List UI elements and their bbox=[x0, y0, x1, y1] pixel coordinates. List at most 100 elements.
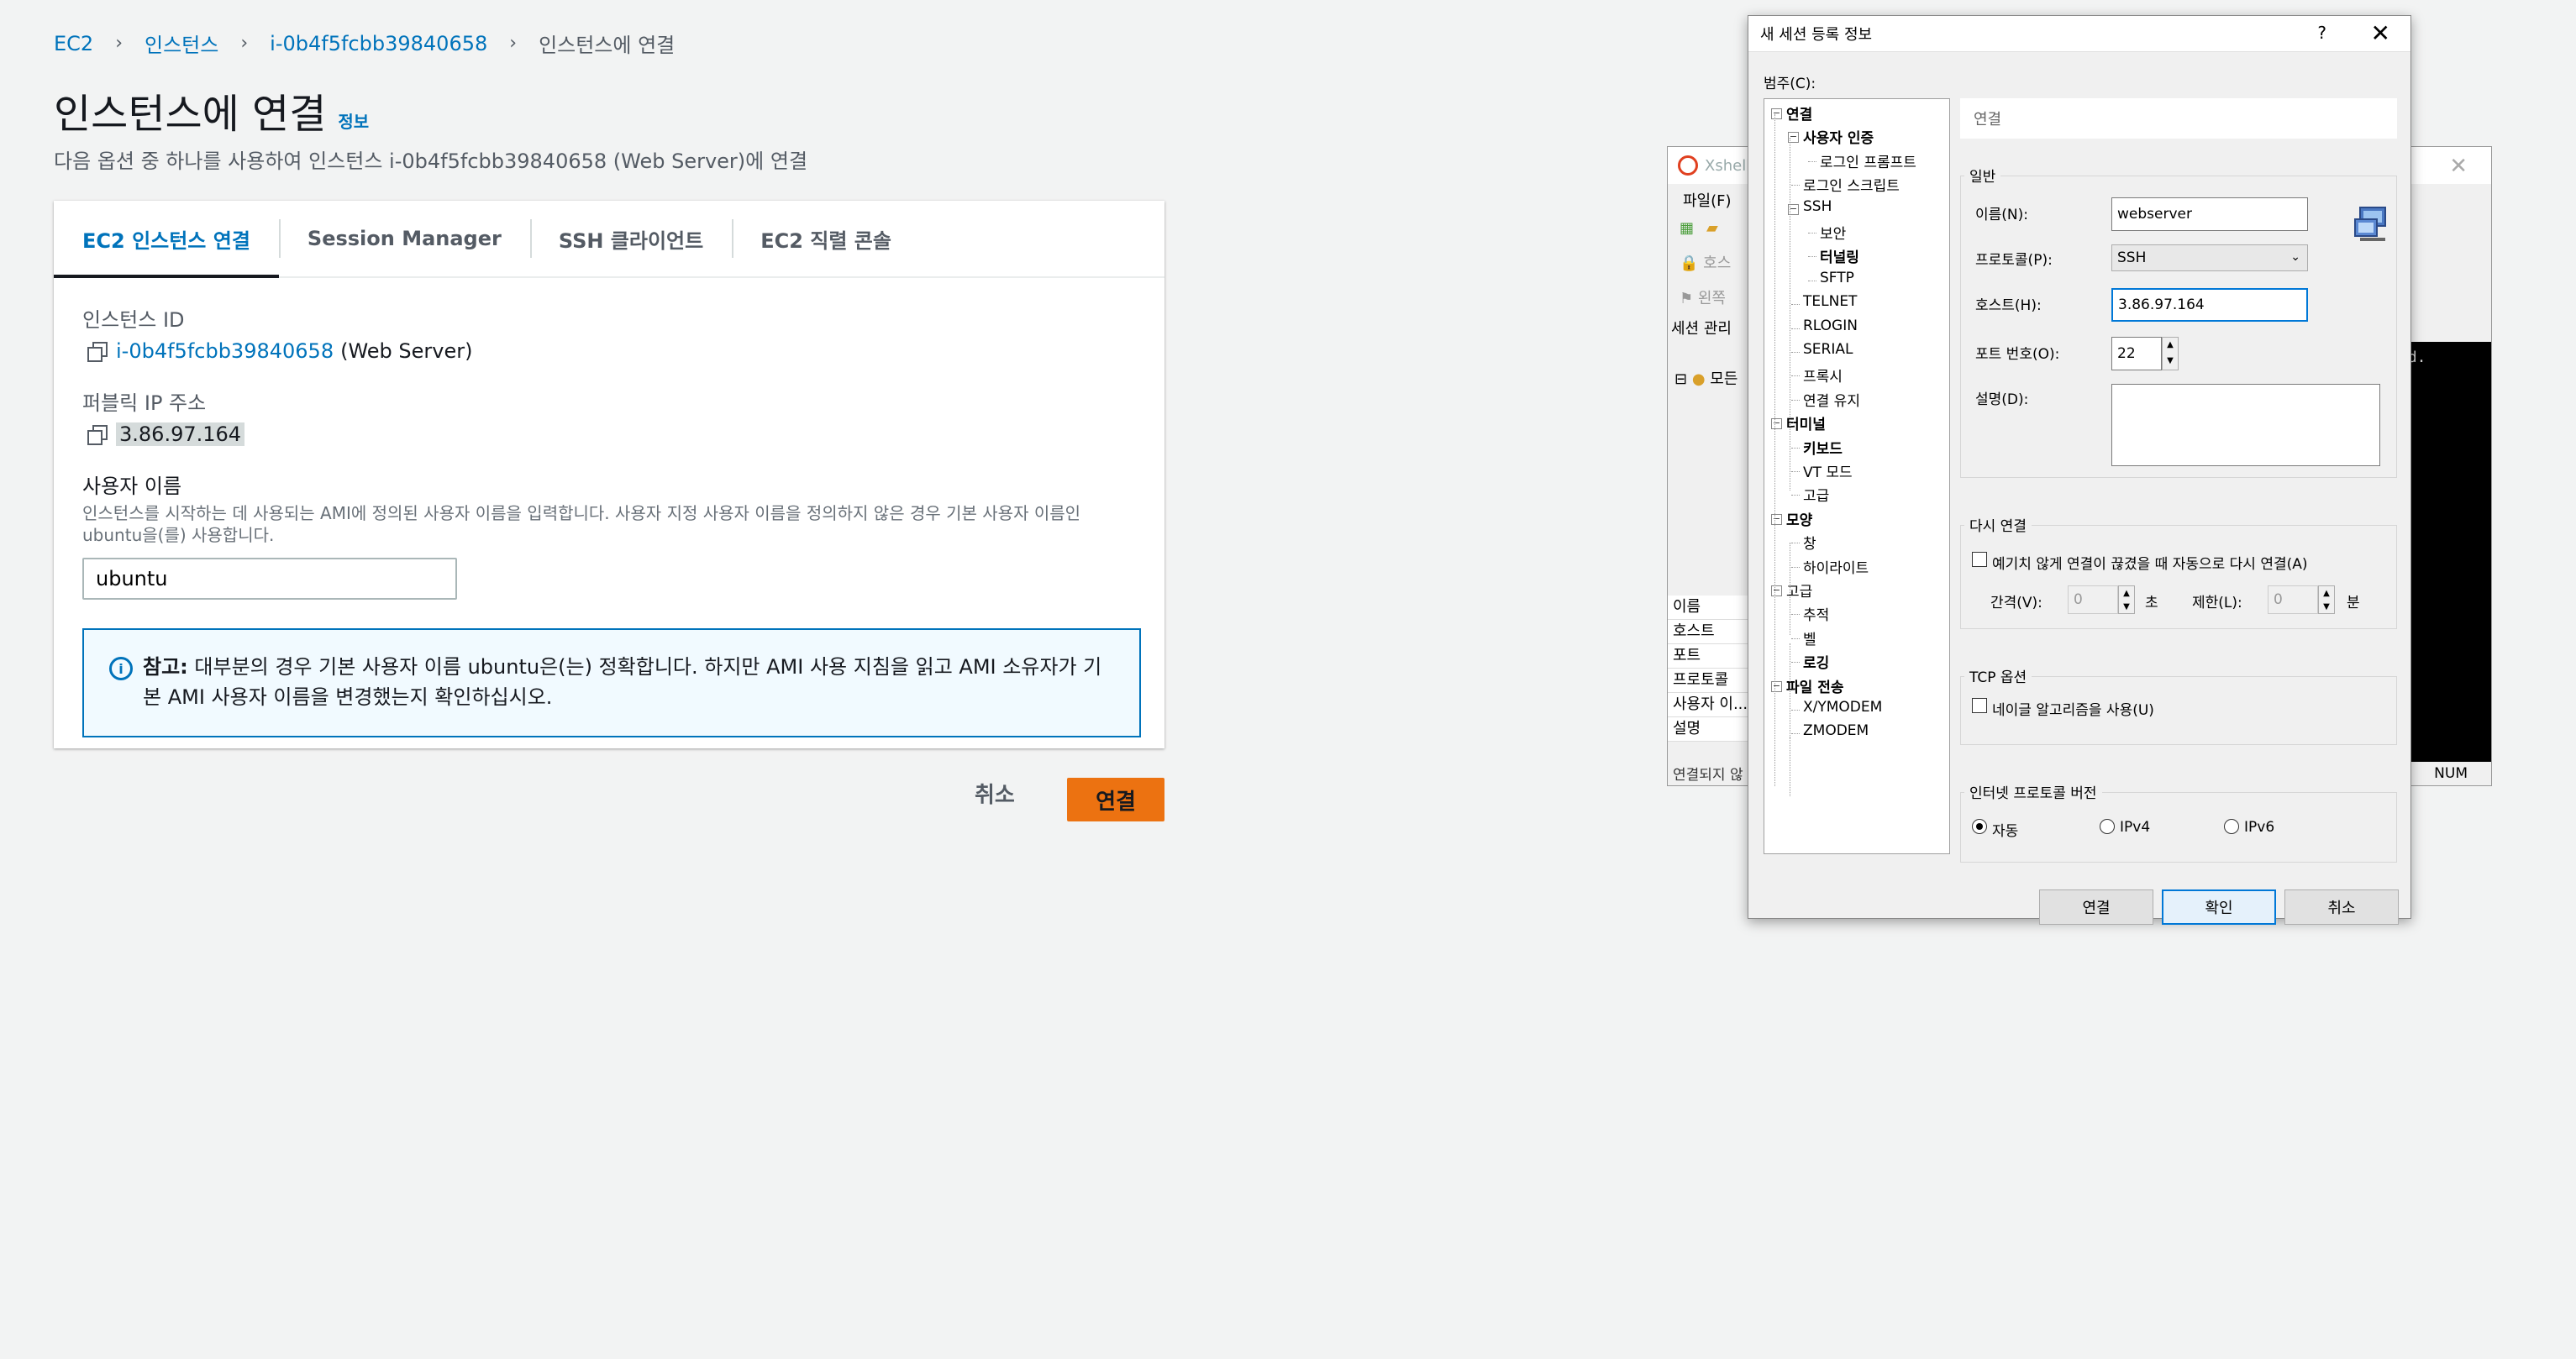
tree-item[interactable]: VT 모드 bbox=[1803, 460, 1853, 481]
port-label: 포트 번호(O): bbox=[1975, 346, 2060, 363]
copy-icon[interactable] bbox=[87, 425, 108, 445]
breadcrumb-instance-id[interactable]: i-0b4f5fcbb39840658 bbox=[270, 32, 487, 55]
radio-auto[interactable] bbox=[1972, 819, 1987, 834]
nagle-checkbox[interactable] bbox=[1972, 698, 1987, 713]
xshell-tree-root[interactable]: ⊟ ● 모든 bbox=[1674, 367, 1737, 389]
tree-connector bbox=[1791, 328, 1800, 329]
copy-icon[interactable] bbox=[87, 342, 108, 362]
tree-item[interactable]: 보안 bbox=[1820, 222, 1846, 243]
prop-desc: 설명 bbox=[1668, 717, 1752, 742]
tab-session-manager[interactable]: Session Manager bbox=[278, 201, 530, 276]
tree-item[interactable]: 프록시 bbox=[1803, 365, 1843, 386]
tree-connector bbox=[1791, 185, 1800, 186]
tree-expand-toggle[interactable]: − bbox=[1771, 585, 1782, 596]
public-ip-label: 퍼블릭 IP 주소 bbox=[82, 391, 207, 415]
tree-item[interactable]: RLOGIN bbox=[1803, 317, 1858, 334]
tree-connector bbox=[1791, 710, 1800, 711]
tree-item[interactable]: 로그인 프롬프트 bbox=[1820, 150, 1916, 171]
connect-button[interactable]: 연결 bbox=[1067, 778, 1164, 821]
tab-ssh-client[interactable]: SSH 클라이언트 bbox=[529, 201, 732, 276]
breadcrumb-current: 인스턴스에 연결 bbox=[539, 34, 676, 57]
tree-connector bbox=[1791, 614, 1800, 616]
folder-icon[interactable]: ▰ bbox=[1706, 219, 1718, 237]
tree-item[interactable]: TELNET bbox=[1803, 293, 1857, 310]
tree-item[interactable]: SSH bbox=[1803, 198, 1832, 215]
tree-item[interactable]: 벨 bbox=[1803, 627, 1816, 648]
tree-item[interactable]: 연결 bbox=[1786, 102, 1812, 123]
limit-label: 제한(L): bbox=[2192, 595, 2242, 611]
tree-expand-toggle[interactable]: − bbox=[1771, 513, 1782, 525]
dialog-connect-button[interactable]: 연결 bbox=[2039, 889, 2153, 925]
tree-connector bbox=[1791, 352, 1800, 353]
instance-id-link[interactable]: i-0b4f5fcbb39840658 bbox=[116, 339, 334, 363]
section-header: 연결 bbox=[1960, 98, 2397, 139]
radio-ipv4-label: IPv4 bbox=[2120, 819, 2151, 836]
interval-spinner[interactable]: ▲ ▼ bbox=[2118, 585, 2135, 614]
close-icon[interactable]: ✕ bbox=[2371, 19, 2390, 47]
alert-text: 참고: 대부분의 경우 기본 사용자 이름 ubuntu은(는) 정확합니다. … bbox=[143, 652, 1114, 714]
tree-connector bbox=[1791, 566, 1800, 568]
interval-label: 간격(V): bbox=[1990, 595, 2042, 611]
xshell-status: 연결되지 않 bbox=[1673, 767, 1743, 784]
dialog-titlebar: 새 세션 등록 정보 bbox=[1748, 16, 2410, 52]
tree-item[interactable]: 로그인 스크립트 bbox=[1803, 174, 1900, 195]
tree-item[interactable]: 터널링 bbox=[1820, 245, 1859, 266]
tree-item[interactable]: SERIAL bbox=[1803, 341, 1853, 358]
tree-item[interactable]: 사용자 인증 bbox=[1803, 126, 1874, 147]
tree-item[interactable]: 고급 bbox=[1803, 484, 1829, 505]
port-input[interactable] bbox=[2111, 337, 2162, 370]
tree-expand-toggle[interactable]: − bbox=[1771, 680, 1782, 692]
new-session-icon[interactable]: ▦ bbox=[1680, 219, 1694, 237]
tab-ec2-instance-connect[interactable]: EC2 인스턴스 연결 bbox=[54, 201, 279, 278]
tab-ec2-serial-console[interactable]: EC2 직렬 콘솔 bbox=[732, 201, 920, 276]
help-icon[interactable]: ? bbox=[2317, 23, 2326, 43]
dialog-cancel-button[interactable]: 취소 bbox=[2284, 889, 2399, 925]
cancel-button[interactable]: 취소 bbox=[975, 778, 1015, 809]
instance-id-row: i-0b4f5fcbb39840658 (Web Server) bbox=[82, 339, 1136, 363]
limit-unit: 분 bbox=[2347, 595, 2360, 611]
close-icon[interactable]: ✕ bbox=[2449, 154, 2468, 179]
tree-item[interactable]: 터미널 bbox=[1786, 412, 1826, 433]
tree-item[interactable]: 파일 전송 bbox=[1786, 675, 1843, 696]
chevron-right-icon: › bbox=[240, 33, 249, 54]
tree-expand-toggle[interactable]: − bbox=[1771, 418, 1782, 430]
description-textarea[interactable] bbox=[2111, 384, 2380, 466]
tree-item[interactable]: 연결 유지 bbox=[1803, 389, 1860, 410]
limit-spinner[interactable]: ▲ ▼ bbox=[2318, 585, 2335, 614]
radio-ipv4[interactable] bbox=[2100, 819, 2115, 834]
port-spinner[interactable]: ▲ ▼ bbox=[2162, 337, 2179, 370]
limit-input[interactable] bbox=[2268, 585, 2318, 614]
tree-expand-toggle[interactable]: − bbox=[1771, 108, 1782, 119]
tree-item[interactable]: 모양 bbox=[1786, 508, 1812, 529]
host-input[interactable] bbox=[2111, 288, 2308, 322]
xshell-menu-file[interactable]: 파일(F) bbox=[1683, 189, 1732, 211]
tree-item[interactable]: 로깅 bbox=[1803, 651, 1829, 672]
tree-connector bbox=[1808, 256, 1816, 258]
info-link[interactable]: 정보 bbox=[338, 108, 369, 133]
breadcrumb-ec2[interactable]: EC2 bbox=[54, 32, 93, 55]
breadcrumb: EC2 › 인스턴스 › i-0b4f5fcbb39840658 › 인스턴스에… bbox=[54, 29, 675, 58]
tree-item[interactable]: ZMODEM bbox=[1803, 722, 1869, 739]
host-label: 호스트(H): bbox=[1975, 297, 2042, 314]
tree-item[interactable]: X/YMODEM bbox=[1803, 699, 1882, 716]
alert-body: 대부분의 경우 기본 사용자 이름 ubuntu은(는) 정확합니다. 하지만 … bbox=[143, 655, 1102, 709]
tree-item[interactable]: 키보드 bbox=[1803, 437, 1843, 458]
protocol-select[interactable]: SSH ⌄ bbox=[2111, 244, 2308, 271]
description-label: 설명(D): bbox=[1975, 391, 2029, 408]
breadcrumb-instances[interactable]: 인스턴스 bbox=[145, 29, 218, 58]
session-name-input[interactable] bbox=[2111, 197, 2308, 231]
tree-connector bbox=[1791, 447, 1800, 449]
tree-item[interactable]: 하이라이트 bbox=[1803, 556, 1869, 577]
xshell-title: Xshell bbox=[1705, 156, 1751, 175]
interval-input[interactable] bbox=[2068, 585, 2118, 614]
tree-item[interactable]: 창 bbox=[1803, 532, 1816, 553]
tree-connector bbox=[1791, 304, 1800, 306]
tree-item[interactable]: SFTP bbox=[1820, 270, 1854, 286]
radio-ipv6[interactable] bbox=[2224, 819, 2239, 834]
xshell-logo-icon bbox=[1678, 155, 1698, 176]
dialog-ok-button[interactable]: 확인 bbox=[2162, 889, 2276, 925]
auto-reconnect-checkbox[interactable] bbox=[1972, 552, 1987, 567]
tree-connector bbox=[1791, 638, 1800, 639]
tree-item[interactable]: 추적 bbox=[1803, 603, 1829, 624]
username-input[interactable] bbox=[82, 558, 457, 600]
